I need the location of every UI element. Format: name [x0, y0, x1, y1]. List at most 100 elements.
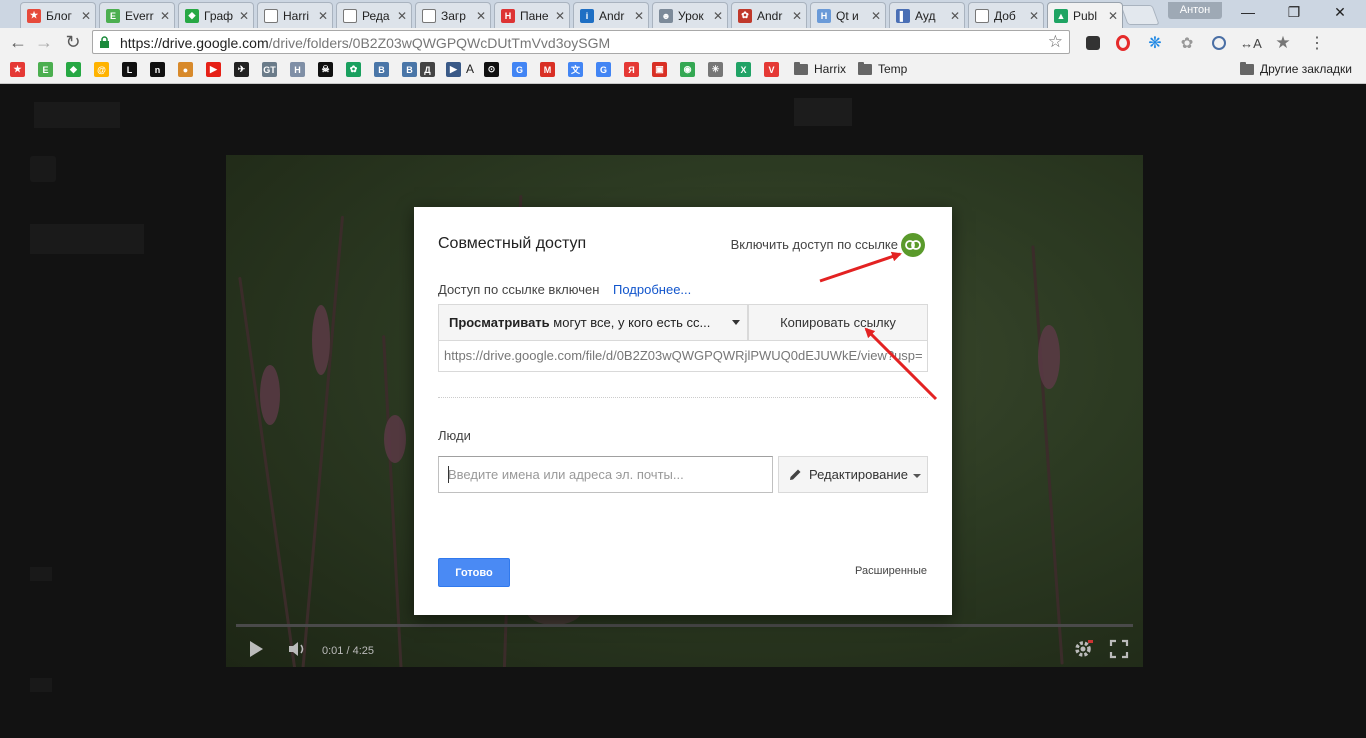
opera-extension-icon[interactable] [1112, 32, 1134, 54]
minimize-button[interactable]: — [1228, 2, 1268, 22]
bookmark-icon[interactable]: ✳ [708, 62, 723, 77]
tab-favicon-icon: ▲ [1054, 8, 1068, 23]
bookmark-folder-harrix[interactable]: Harrix [814, 62, 846, 76]
browser-tab[interactable]: ✿ Andr ✕ [731, 2, 807, 28]
new-tab-button[interactable] [1120, 5, 1160, 25]
bookmark-icon[interactable]: ▣ [652, 62, 667, 77]
bookmark-icon[interactable]: n [150, 62, 165, 77]
play-icon[interactable] [248, 637, 264, 661]
tab-close-icon[interactable]: ✕ [397, 9, 407, 23]
tab-close-icon[interactable]: ✕ [871, 9, 881, 23]
address-bar[interactable]: https://drive.google.com/drive/folders/0… [92, 30, 1070, 54]
bookmark-icon[interactable]: Д [420, 62, 435, 77]
menu-icon[interactable]: ⋮ [1306, 32, 1328, 54]
volume-icon[interactable] [288, 637, 308, 661]
bookmark-folder-temp[interactable]: Temp [878, 62, 907, 76]
advanced-link[interactable]: Расширенные [855, 565, 927, 577]
browser-tab[interactable]: ▲ Publ ✕ [1047, 2, 1123, 28]
bookmark-icon[interactable]: ★ [10, 62, 25, 77]
bookmark-icon[interactable]: G [596, 62, 611, 77]
tab-title: Ауд [915, 8, 936, 23]
browser-tab[interactable]: Harri ✕ [257, 2, 333, 28]
profile-badge[interactable]: Антон [1168, 2, 1222, 19]
bookmark-icon[interactable]: ✈ [234, 62, 249, 77]
browser-tab[interactable]: H Qt и ✕ [810, 2, 886, 28]
bookmark-icon[interactable]: V [764, 62, 779, 77]
browser-tab[interactable]: Доб ✕ [968, 2, 1044, 28]
browser-tab[interactable]: i Andr ✕ [573, 2, 649, 28]
bookmark-icon[interactable]: E [38, 62, 53, 77]
settings-gear-icon[interactable] [1073, 637, 1093, 661]
bookmark-icon[interactable]: ✿ [346, 62, 361, 77]
bookmark-icon[interactable]: L [122, 62, 137, 77]
maximize-button[interactable]: ❐ [1274, 2, 1314, 22]
bookmark-icon[interactable]: H [290, 62, 305, 77]
browser-tab[interactable]: ▌ Ауд ✕ [889, 2, 965, 28]
folder-icon [794, 62, 808, 75]
tab-close-icon[interactable]: ✕ [1108, 9, 1118, 23]
browser-tab[interactable]: H Пане ✕ [494, 2, 570, 28]
bookmark-icon[interactable]: B [374, 62, 389, 77]
bookmark-icon[interactable]: GT [262, 62, 277, 77]
tab-close-icon[interactable]: ✕ [950, 9, 960, 23]
edit-permission-dropdown[interactable]: Редактирование [778, 456, 928, 493]
bookmark-icon[interactable]: G [512, 62, 527, 77]
bookmark-icon[interactable]: ⊙ [484, 62, 499, 77]
video-progress-bar[interactable] [236, 624, 1133, 627]
molecule-extension-icon[interactable]: ❋ [1144, 32, 1166, 54]
bookmarks-bar: ★ E ◆ @ Ln ● ▶ ✈ GT H ☠ ✿ B B Д ▶ ⊙ G M 文 G Я ▣ ◉ ✳ X V А Harrix T… [0, 57, 1366, 84]
browser-tab[interactable]: Загр ✕ [415, 2, 491, 28]
back-icon[interactable]: ← [6, 31, 30, 53]
bookmark-icon[interactable]: M [540, 62, 555, 77]
tab-close-icon[interactable]: ✕ [318, 9, 328, 23]
done-button[interactable]: Готово [438, 558, 510, 587]
bookmark-icon[interactable]: ☠ [318, 62, 333, 77]
browser-tab[interactable]: ☻ Урок ✕ [652, 2, 728, 28]
star-extension-icon[interactable]: ★ [1272, 32, 1294, 54]
fullscreen-icon[interactable] [1109, 637, 1129, 661]
translate-extension-icon[interactable]: ↔A [1240, 32, 1262, 54]
tab-close-icon[interactable]: ✕ [713, 9, 723, 23]
bookmark-icon[interactable]: Я [624, 62, 639, 77]
tab-close-icon[interactable]: ✕ [634, 9, 644, 23]
other-bookmarks[interactable]: Другие закладки [1260, 62, 1352, 76]
evernote-extension-icon[interactable] [1082, 32, 1104, 54]
forward-icon[interactable]: → [32, 31, 56, 53]
reload-icon[interactable]: ↻ [61, 31, 85, 53]
link-sharing-toggle[interactable] [901, 233, 925, 257]
bookmark-icon[interactable]: 文 [568, 62, 583, 77]
permission-dropdown[interactable]: Просматривать могут все, у кого есть сс.… [438, 304, 748, 341]
bookmark-icon[interactable]: ▶ [446, 62, 461, 77]
bookmark-icon[interactable]: @ [94, 62, 109, 77]
video-time: 0:01 / 4:25 [322, 645, 374, 657]
browser-tab[interactable]: E Everr ✕ [99, 2, 175, 28]
bookmark-icon[interactable]: ◉ [680, 62, 695, 77]
tab-close-icon[interactable]: ✕ [239, 9, 249, 23]
learn-more-link[interactable]: Подробнее... [613, 282, 691, 297]
tab-close-icon[interactable]: ✕ [81, 9, 91, 23]
link-icon [905, 240, 921, 250]
tab-title: Доб [994, 8, 1016, 23]
browser-tab[interactable]: Реда ✕ [336, 2, 412, 28]
tab-close-icon[interactable]: ✕ [555, 9, 565, 23]
close-window-button[interactable]: ✕ [1320, 2, 1360, 22]
bookmark-icon[interactable]: X [736, 62, 751, 77]
copy-link-button[interactable]: Копировать ссылку [748, 304, 928, 341]
tab-close-icon[interactable]: ✕ [1029, 9, 1039, 23]
tab-close-icon[interactable]: ✕ [792, 9, 802, 23]
tab-close-icon[interactable]: ✕ [160, 9, 170, 23]
people-email-input[interactable]: Введите имена или адреса эл. почты... [438, 456, 773, 493]
bookmark-icon[interactable]: ◆ [66, 62, 81, 77]
bookmark-icon[interactable]: B [402, 62, 417, 77]
link-sharing-toggle-label[interactable]: Включить доступ по ссылке [731, 237, 898, 252]
save-extension-icon[interactable] [1208, 32, 1230, 54]
share-link-field[interactable]: https://drive.google.com/file/d/0B2Z03wQ… [438, 341, 928, 372]
paw-extension-icon[interactable]: ✿ [1176, 32, 1198, 54]
bookmark-icon[interactable]: ● [178, 62, 193, 77]
tab-close-icon[interactable]: ✕ [476, 9, 486, 23]
browser-tab[interactable]: ★ Блог ✕ [20, 2, 96, 28]
browser-tab[interactable]: ◆ Граф ✕ [178, 2, 254, 28]
bookmark-label-a[interactable]: А [466, 62, 474, 76]
bookmark-icon[interactable]: ▶ [206, 62, 221, 77]
bookmark-star-icon[interactable]: ☆ [1048, 32, 1063, 52]
